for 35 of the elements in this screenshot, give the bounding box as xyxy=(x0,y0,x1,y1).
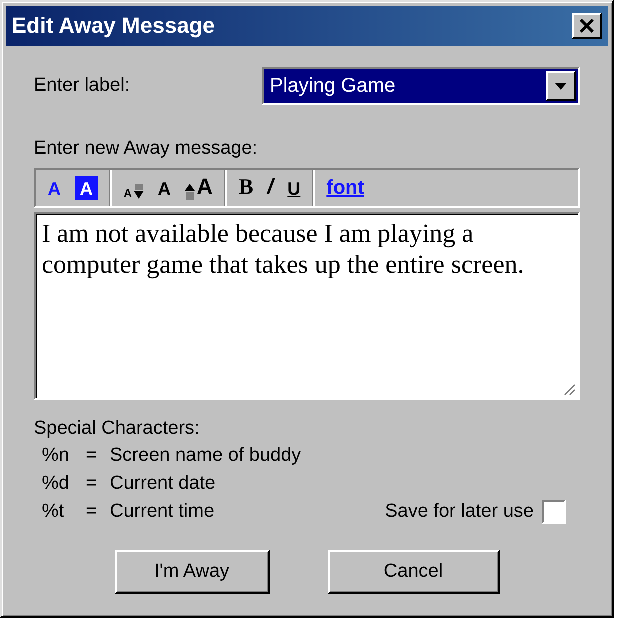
italic-button[interactable]: / xyxy=(268,176,274,200)
larger-font-button[interactable]: A xyxy=(184,176,213,200)
smaller-font-button[interactable]: A xyxy=(124,176,144,200)
close-button[interactable] xyxy=(572,13,602,39)
arrow-up-icon xyxy=(184,184,195,200)
code-meaning: Current date xyxy=(110,473,216,495)
label-dropdown[interactable]: Playing Game xyxy=(262,67,580,105)
message-caption: Enter new Away message: xyxy=(34,138,259,160)
message-field[interactable]: I am not available because I am playing a computer game that takes up the entire screen. xyxy=(34,212,580,400)
equals-text: = xyxy=(86,501,98,523)
label-caption: Enter label: xyxy=(34,75,130,97)
window-title: Edit Away Message xyxy=(12,13,215,39)
text-color-button[interactable]: A xyxy=(48,176,61,200)
code-text: %t xyxy=(42,501,66,523)
equals-text: = xyxy=(86,445,98,467)
code-text: %d xyxy=(42,473,70,495)
special-title: Special Characters: xyxy=(34,418,201,440)
code-text: %n xyxy=(42,445,70,467)
close-icon xyxy=(579,19,595,33)
code-meaning: Current time xyxy=(110,501,215,523)
font-link[interactable]: font xyxy=(326,176,364,200)
equals-text: = xyxy=(86,473,98,495)
caret-icon xyxy=(555,82,567,90)
dropdown-button[interactable] xyxy=(546,71,576,101)
save-checkbox[interactable] xyxy=(542,500,566,524)
resize-grip-icon[interactable] xyxy=(562,382,576,396)
underline-button[interactable]: U xyxy=(288,176,301,200)
background-color-button[interactable]: A xyxy=(75,176,98,200)
away-button[interactable]: I'm Away xyxy=(114,550,270,594)
code-meaning: Screen name of buddy xyxy=(110,445,302,467)
arrow-down-icon xyxy=(134,184,144,200)
save-label: Save for later use xyxy=(385,501,534,523)
cancel-button[interactable]: Cancel xyxy=(328,550,500,594)
bold-button[interactable]: B xyxy=(238,176,254,200)
normal-font-button[interactable]: A xyxy=(158,176,171,200)
